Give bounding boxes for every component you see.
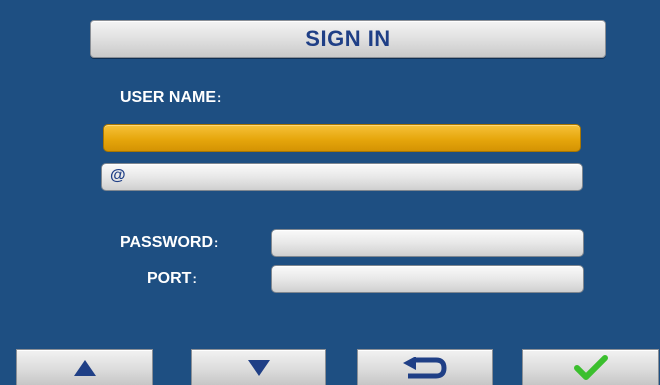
- username-label-colon: :: [217, 90, 222, 105]
- return-arrow-icon: [403, 356, 447, 378]
- checkmark-icon: [573, 354, 608, 380]
- email-field[interactable]: @: [101, 163, 583, 191]
- email-at-prefix: @: [110, 167, 126, 184]
- password-label-group: PASSWORD:: [120, 234, 218, 252]
- back-button[interactable]: [357, 349, 493, 385]
- port-label-colon: :: [192, 271, 197, 286]
- username-field[interactable]: [103, 124, 581, 152]
- triangle-down-icon: [247, 359, 270, 376]
- password-label: PASSWORD: [120, 234, 214, 251]
- password-label-colon: :: [214, 235, 219, 250]
- title-bar: SIGN IN: [90, 20, 606, 58]
- sign-in-screen: SIGN IN USER NAME: @ PASSWORD: PORT:: [0, 0, 660, 385]
- password-field[interactable]: [271, 229, 584, 257]
- port-field[interactable]: [271, 265, 584, 293]
- username-label: USER NAME: [120, 89, 217, 106]
- port-label-group: PORT:: [147, 270, 197, 288]
- triangle-up-icon: [73, 359, 96, 376]
- port-label: PORT: [147, 270, 192, 287]
- scroll-down-button[interactable]: [191, 349, 326, 385]
- confirm-button[interactable]: [522, 349, 659, 385]
- scroll-up-button[interactable]: [16, 349, 153, 385]
- page-title: SIGN IN: [305, 26, 391, 51]
- username-label-group: USER NAME:: [120, 89, 221, 107]
